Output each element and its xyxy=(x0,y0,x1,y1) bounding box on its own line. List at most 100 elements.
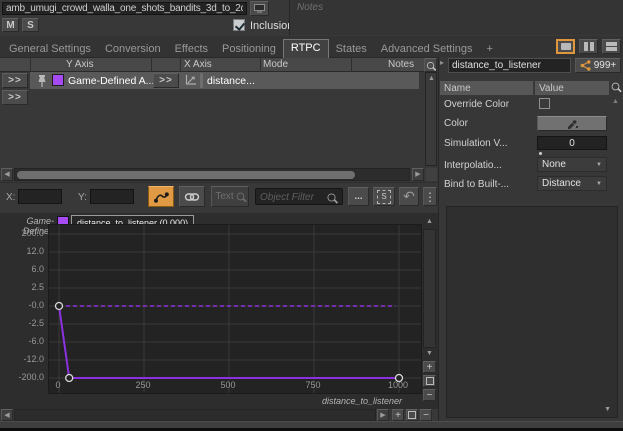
x-tick-label: 750 xyxy=(293,380,333,390)
tab-advanced-settings[interactable]: Advanced Settings xyxy=(374,41,480,58)
drag-handle[interactable] xyxy=(200,73,203,88)
object-display-button[interactable] xyxy=(250,1,269,16)
color-picker-button[interactable] xyxy=(537,116,607,131)
property-column-name[interactable]: Name xyxy=(440,81,534,95)
selection-icon: S xyxy=(377,190,391,204)
property-panel-lower-area: ▼ xyxy=(446,206,618,418)
property-name: Color xyxy=(444,118,468,129)
link-button[interactable] xyxy=(179,186,205,207)
graph-widget: Game-Defined distance_to_listener (0.000… xyxy=(0,213,438,409)
override-color-checkbox[interactable] xyxy=(539,98,550,109)
graph-zoom-in-button[interactable]: + xyxy=(423,361,436,373)
rtpc-table-vscrollbar[interactable]: ▲ xyxy=(425,72,437,166)
graph-hscroll-left-button[interactable]: ◀ xyxy=(1,409,13,421)
tab-rtpc[interactable]: RTPC xyxy=(283,39,329,58)
column-header-mode[interactable]: Mode xyxy=(263,59,288,70)
simulation-value-input[interactable]: 0 xyxy=(537,136,607,150)
graph-hscrollbar[interactable] xyxy=(14,409,376,421)
graph-scroll-up-button[interactable]: ▲ xyxy=(426,218,433,225)
x-coordinate-input[interactable] xyxy=(18,189,62,204)
tab-general-settings[interactable]: General Settings xyxy=(2,41,98,58)
tab-states[interactable]: States xyxy=(329,41,374,58)
tab-conversion[interactable]: Conversion xyxy=(98,41,168,58)
object-filter-placeholder: Object Filter xyxy=(260,192,314,203)
graph-scroll-down-button[interactable]: ▼ xyxy=(426,350,433,357)
scroll-up-icon[interactable]: ▲ xyxy=(428,75,435,82)
graph-vscrollbar[interactable] xyxy=(423,229,436,348)
timeline-zoom-out-button[interactable]: − xyxy=(420,409,432,421)
solo-button[interactable]: S xyxy=(22,18,39,32)
y-tick-label: -0.0 xyxy=(0,300,44,310)
panel-scroll-down-button[interactable]: ▼ xyxy=(604,406,611,413)
layout-single-pane-button[interactable] xyxy=(556,39,575,54)
rtpc-table-header xyxy=(0,58,424,72)
interpolation-dropdown[interactable]: None ▼ xyxy=(537,157,607,172)
graph-options-menu-button[interactable]: ⋮ xyxy=(423,187,437,206)
rtpc-hscroll-right-button[interactable]: ▶ xyxy=(412,168,424,181)
y-coordinate-input[interactable] xyxy=(90,189,134,204)
curve-color-swatch[interactable] xyxy=(52,74,64,86)
references-button[interactable]: 999+ xyxy=(575,58,621,73)
y-tick-label: -2.5 xyxy=(0,318,44,328)
notes-field[interactable]: Notes xyxy=(289,0,623,35)
hscroll-thumb[interactable] xyxy=(17,171,355,179)
pin-icon[interactable] xyxy=(36,74,48,88)
rtpc-table-hscrollbar[interactable] xyxy=(14,168,410,181)
menu-dots-icon: ⋮ xyxy=(424,190,436,204)
filter-more-button[interactable]: ... xyxy=(348,187,369,206)
column-header-notes[interactable]: Notes xyxy=(388,59,414,70)
split-horizontal-icon xyxy=(606,42,617,46)
bind-to-builtin-dropdown[interactable]: Distance ▼ xyxy=(537,176,607,191)
rtpc-curve-svg xyxy=(49,225,421,393)
timeline-zoom-fit-button[interactable] xyxy=(406,409,418,421)
tab--[interactable]: + xyxy=(480,41,500,58)
slider-position-dot xyxy=(539,152,542,155)
game-parameter-icon xyxy=(184,74,197,86)
y-tick-label: 2.5 xyxy=(0,282,44,292)
graph-zoom-out-button[interactable]: − xyxy=(423,389,436,401)
column-header-x-axis[interactable]: X Axis xyxy=(184,59,212,70)
rtpc-row1-expander-button[interactable]: >> xyxy=(2,73,28,88)
tab-bar: General SettingsConversionEffectsPositio… xyxy=(0,36,623,58)
references-count: 999+ xyxy=(594,60,617,71)
parameter-name-field[interactable] xyxy=(448,58,571,73)
property-name: Override Color xyxy=(444,99,509,110)
share-references-icon xyxy=(580,60,591,71)
rtpc-row1-x-expander-button[interactable]: >> xyxy=(153,73,179,88)
layout-split-vertical-button[interactable] xyxy=(579,39,598,54)
curve-points-icon xyxy=(153,190,169,204)
rtpc-search-button[interactable] xyxy=(424,58,437,72)
dropdown-value: Distance xyxy=(542,178,581,189)
search-icon xyxy=(427,61,434,68)
text-search-button[interactable]: Text xyxy=(211,186,249,207)
rtpc-row2-expander-button[interactable]: >> xyxy=(2,90,28,105)
y-axis-cell-text[interactable]: Game-Defined A... xyxy=(68,75,154,87)
tab-effects[interactable]: Effects xyxy=(168,41,215,58)
object-name-field[interactable] xyxy=(2,2,247,15)
property-search-button[interactable] xyxy=(611,82,620,94)
x-tick-label: 250 xyxy=(123,380,163,390)
graph-zoom-fit-button[interactable] xyxy=(423,375,436,387)
rtpc-hscroll-left-button[interactable]: ◀ xyxy=(1,168,13,181)
curve-point-mode-toggle[interactable] xyxy=(148,186,174,207)
x-axis-cell-text[interactable]: distance... xyxy=(207,75,255,87)
timeline-zoom-in-button[interactable]: + xyxy=(392,409,404,421)
property-scroll-up-icon[interactable]: ▲ xyxy=(612,98,619,105)
tab-positioning[interactable]: Positioning xyxy=(215,41,283,58)
x-axis-title: distance_to_listener xyxy=(250,396,402,406)
column-header-y-axis[interactable]: Y Axis xyxy=(66,59,94,70)
property-column-value[interactable]: Value xyxy=(535,81,609,95)
layout-split-horizontal-button[interactable] xyxy=(602,39,621,54)
graph-hscroll-right-button[interactable]: ▶ xyxy=(377,409,389,421)
mute-button[interactable]: M xyxy=(2,18,19,32)
inclusion-checkbox[interactable] xyxy=(233,19,245,31)
curve-point-handle[interactable] xyxy=(56,303,63,310)
selection-tool-button[interactable]: S xyxy=(373,187,395,206)
link-icon xyxy=(184,190,200,204)
x-coordinate-label: X: xyxy=(6,192,15,203)
splitter-arrow-icon[interactable]: ▸ xyxy=(440,58,444,67)
single-pane-icon xyxy=(561,43,571,50)
revert-button[interactable]: ↶ xyxy=(399,187,419,206)
plot-area[interactable] xyxy=(48,224,422,394)
object-filter-input[interactable]: Object Filter xyxy=(255,188,343,205)
